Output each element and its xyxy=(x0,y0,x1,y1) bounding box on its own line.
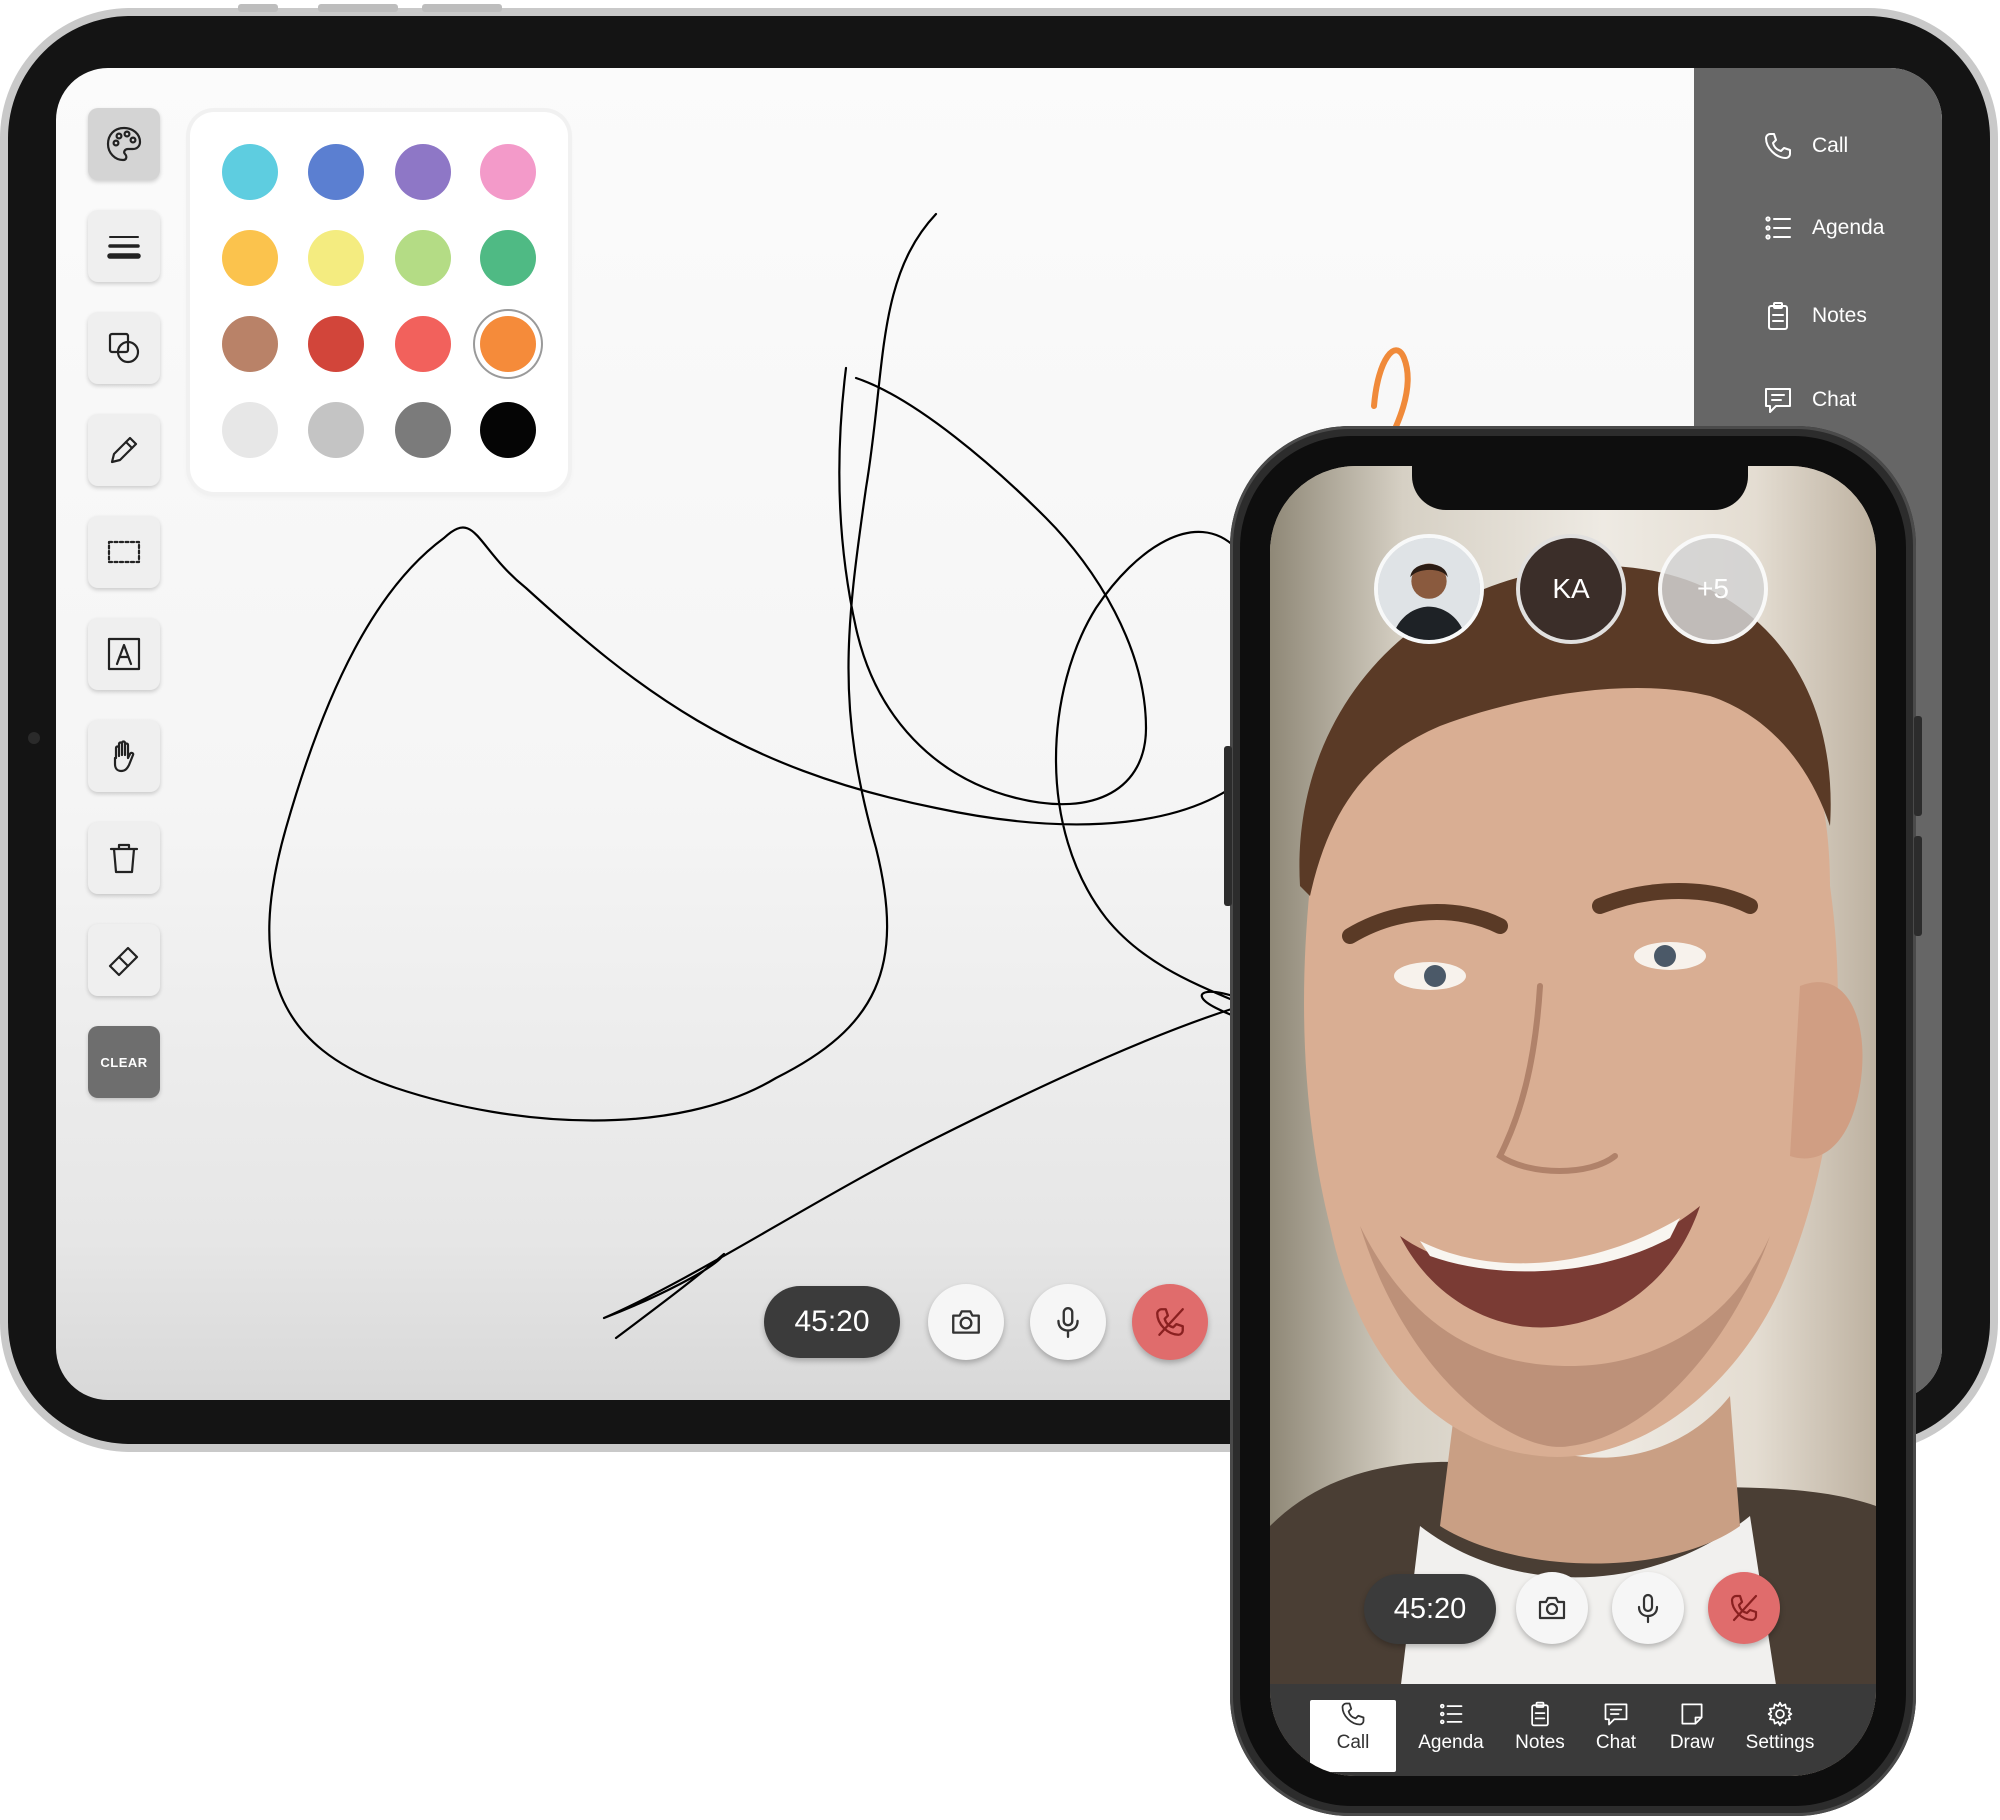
nav-label-chat: Chat xyxy=(1812,388,1857,411)
more-participants-label: +5 xyxy=(1697,573,1729,604)
color-swatch[interactable] xyxy=(222,316,278,372)
color-swatch[interactable] xyxy=(480,316,536,372)
tab-label-call: Call xyxy=(1336,1732,1370,1753)
shapes-tool[interactable] xyxy=(88,312,160,384)
list-icon xyxy=(1439,1703,1463,1725)
text-tool[interactable] xyxy=(88,618,160,690)
color-swatch[interactable] xyxy=(395,402,451,458)
call-timer: 45:20 xyxy=(764,1286,900,1358)
select-tool[interactable] xyxy=(88,516,160,588)
color-swatch[interactable] xyxy=(395,230,451,286)
color-swatch[interactable] xyxy=(308,402,364,458)
color-swatch[interactable] xyxy=(222,402,278,458)
delete-tool[interactable] xyxy=(88,822,160,894)
phone-side-key xyxy=(1224,746,1232,906)
selection-icon xyxy=(107,540,141,564)
draw-icon xyxy=(1681,1703,1703,1725)
phone-icon xyxy=(1341,1702,1365,1726)
more-participants[interactable]: +5 xyxy=(1658,534,1768,644)
nav-item-chat[interactable]: Chat xyxy=(1762,380,1856,420)
color-swatch[interactable] xyxy=(308,316,364,372)
clipboard-icon xyxy=(1531,1701,1549,1727)
phone-side-key xyxy=(1914,836,1922,936)
chat-icon xyxy=(1604,1703,1628,1726)
nav-item-call[interactable]: Call xyxy=(1762,126,1848,166)
phone-icon xyxy=(1765,133,1791,159)
color-swatch[interactable] xyxy=(222,144,278,200)
tablet-hardware-button xyxy=(318,4,398,12)
end-call-icon xyxy=(1156,1308,1184,1336)
eraser-icon xyxy=(108,946,139,977)
tab-notes[interactable]: Notes xyxy=(1508,1700,1572,1772)
tab-label-notes: Notes xyxy=(1515,1732,1565,1753)
tab-settings[interactable]: Settings xyxy=(1736,1700,1824,1772)
tab-label-draw: Draw xyxy=(1669,1732,1715,1753)
gear-icon xyxy=(1767,1701,1793,1727)
clipboard-icon xyxy=(1768,302,1788,330)
eraser-tool[interactable] xyxy=(88,924,160,996)
end-call-icon xyxy=(1730,1594,1758,1622)
clear-button[interactable]: CLEAR xyxy=(88,1026,160,1098)
microphone-icon xyxy=(1637,1593,1659,1624)
palette-icon xyxy=(106,126,142,162)
hand-icon xyxy=(113,740,135,773)
tab-label-settings: Settings xyxy=(1745,1732,1815,1753)
tablet-hardware-button xyxy=(238,4,278,12)
tablet-hardware-button xyxy=(422,4,502,12)
phone-tab-bar: Call Agenda Notes Chat Draw Settings xyxy=(1270,1684,1876,1776)
phone-side-key xyxy=(1914,716,1922,816)
nav-label-agenda: Agenda xyxy=(1812,216,1885,239)
color-swatch[interactable] xyxy=(308,230,364,286)
color-swatch[interactable] xyxy=(308,144,364,200)
tab-call[interactable]: Call xyxy=(1310,1700,1396,1772)
nav-item-agenda[interactable]: Agenda xyxy=(1762,208,1884,248)
phone-call-timer: 45:20 xyxy=(1364,1574,1496,1644)
tab-draw[interactable]: Draw xyxy=(1662,1700,1722,1772)
phone-microphone-button[interactable] xyxy=(1612,1572,1684,1644)
chat-icon xyxy=(1765,388,1791,413)
color-swatch[interactable] xyxy=(480,402,536,458)
color-palette xyxy=(190,112,568,492)
tab-agenda[interactable]: Agenda xyxy=(1410,1700,1492,1772)
stage: CLEAR Call Agenda Notes Chat 45:20 KA +5… xyxy=(0,0,2000,1820)
tab-label-chat: Chat xyxy=(1595,1732,1637,1753)
stroke-width-tool[interactable] xyxy=(88,210,160,282)
participant-initials[interactable]: KA xyxy=(1516,534,1626,644)
end-call-button[interactable] xyxy=(1132,1284,1208,1360)
color-swatch[interactable] xyxy=(480,230,536,286)
camera-button[interactable] xyxy=(928,1284,1004,1360)
tablet-camera xyxy=(28,732,40,744)
camera-icon xyxy=(952,1310,980,1334)
phone-notch xyxy=(1412,466,1748,510)
pencil-icon xyxy=(110,436,138,464)
clear-label: CLEAR xyxy=(100,1054,148,1070)
tab-chat[interactable]: Chat xyxy=(1588,1700,1644,1772)
microphone-icon xyxy=(1057,1307,1079,1339)
pan-tool[interactable] xyxy=(88,720,160,792)
microphone-button[interactable] xyxy=(1030,1284,1106,1360)
trash-icon xyxy=(109,843,139,874)
text-icon xyxy=(107,637,141,671)
phone-device: KA +5 45:20 Call Agenda Notes Chat Draw … xyxy=(1224,426,1922,1816)
video-call-screen: KA +5 45:20 Call Agenda Notes Chat Draw … xyxy=(1270,466,1876,1776)
nav-label-notes: Notes xyxy=(1812,304,1867,327)
person-avatar-icon xyxy=(1378,538,1480,640)
list-icon xyxy=(1765,216,1791,240)
tab-label-agenda: Agenda xyxy=(1418,1732,1484,1753)
phone-camera-button[interactable] xyxy=(1516,1572,1588,1644)
nav-label-call: Call xyxy=(1812,134,1849,157)
color-swatch[interactable] xyxy=(480,144,536,200)
color-swatch[interactable] xyxy=(395,144,451,200)
participant-avatar[interactable] xyxy=(1374,534,1484,644)
nav-item-notes[interactable]: Notes xyxy=(1762,296,1867,336)
pencil-tool[interactable] xyxy=(88,414,160,486)
participant-initials-label: KA xyxy=(1552,573,1590,604)
phone-end-call-button[interactable] xyxy=(1708,1572,1780,1644)
lines-icon xyxy=(107,236,141,259)
color-swatch[interactable] xyxy=(395,316,451,372)
shapes-icon xyxy=(108,332,140,364)
camera-icon xyxy=(1538,1596,1566,1620)
color-swatch[interactable] xyxy=(222,230,278,286)
palette-tool[interactable] xyxy=(88,108,160,180)
